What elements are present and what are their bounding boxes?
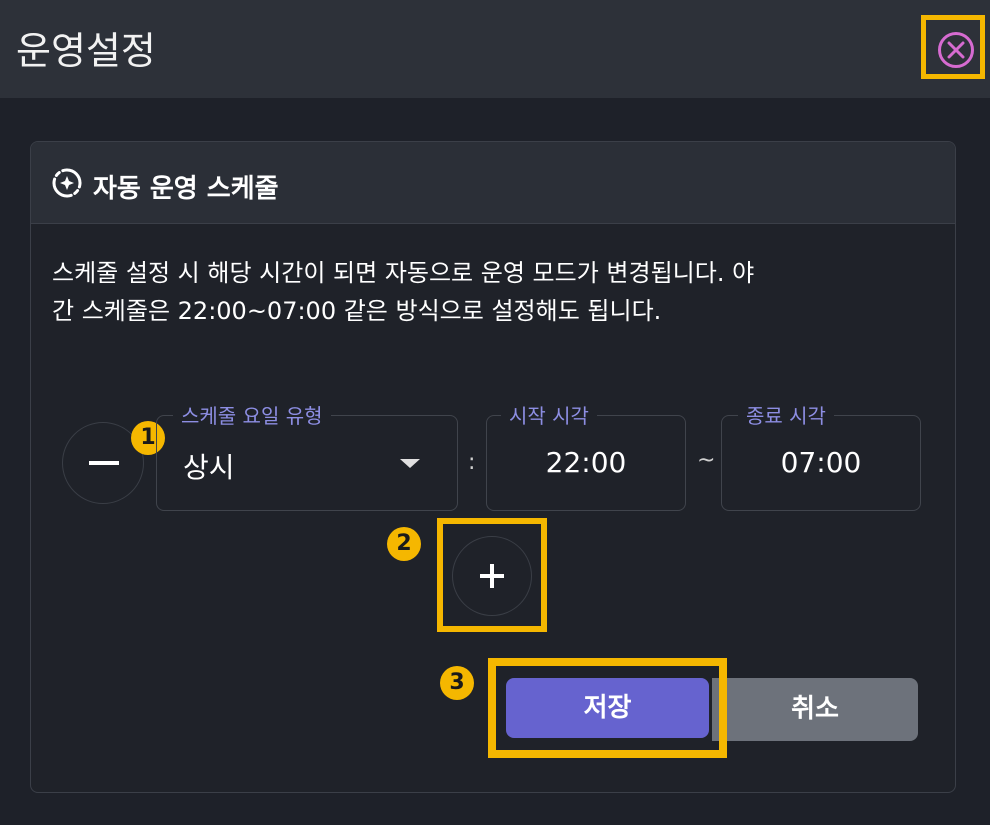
start-time-label: 시작 시각 [501,400,597,429]
save-button[interactable]: 저장 [506,678,709,738]
day-type-select[interactable]: 스케줄 요일 유형 상시 [156,400,458,511]
description-line: 간 스케줄은 22:00~07:00 같은 방식으로 설정해도 됩니다. [52,297,662,325]
auto-schedule-icon [52,168,82,198]
plus-icon [452,536,532,616]
end-time-field[interactable]: 종료 시각 07:00 [721,400,921,511]
start-time-field[interactable]: 시작 시각 22:00 [486,400,686,511]
day-type-label: 스케줄 요일 유형 [173,400,331,429]
end-time-value: 07:00 [780,446,862,479]
close-button[interactable] [921,15,985,79]
close-circle-icon [938,32,974,68]
panel-header: 자동 운영 스케줄 [31,142,955,224]
minus-icon [89,461,119,465]
annotation-badge-3: 3 [440,666,474,700]
panel-title: 자동 운영 스케줄 [93,174,279,204]
start-time-value: 22:00 [545,446,627,479]
dialog-header: 운영설정 [0,0,990,98]
end-time-label: 종료 시각 [738,400,834,429]
cancel-button[interactable]: 취소 [712,678,918,741]
page-title: 운영설정 [16,29,156,73]
annotation-badge-2: 2 [387,527,421,561]
schedule-description: 스케줄 설정 시 해당 시간이 되면 자동으로 운영 모드가 변경됩니다. 야 … [52,254,932,330]
dropdown-arrow-icon [400,459,420,468]
description-line: 스케줄 설정 시 해당 시간이 되면 자동으로 운영 모드가 변경됩니다. 야 [52,259,755,287]
colon-separator: : [468,450,476,475]
save-button-highlight: 저장 [488,658,727,758]
add-schedule-button[interactable] [437,518,547,632]
tilde-separator: ~ [697,448,716,473]
day-type-value: 상시 [183,451,235,484]
